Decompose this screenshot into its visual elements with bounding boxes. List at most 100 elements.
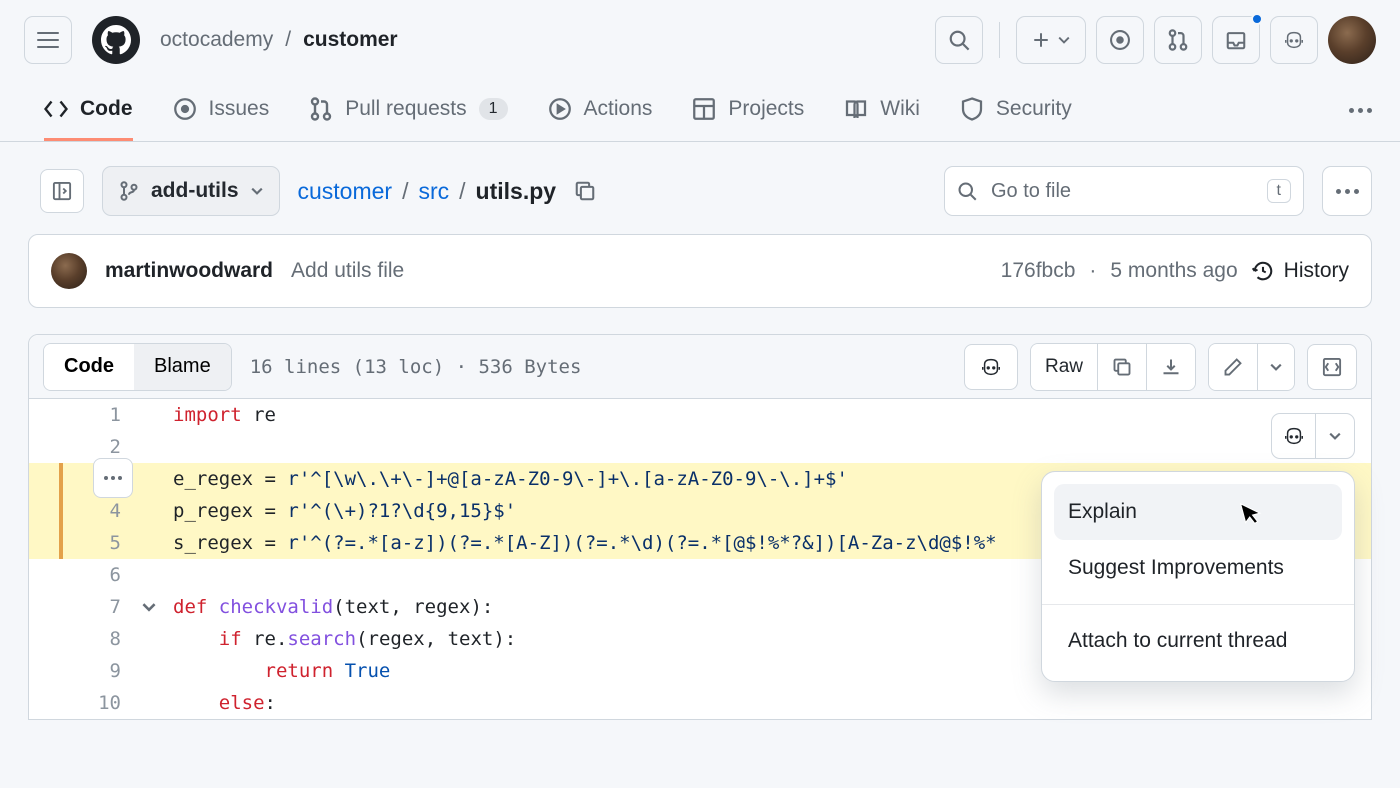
commit-message[interactable]: Add utils file [291,259,404,283]
repo-nav: Code Issues Pull requests 1 Actions Proj… [0,80,1400,142]
edit-dropdown-button[interactable] [1258,344,1294,390]
search-button[interactable] [935,16,983,64]
code-content: if re.search(regex, text): [159,623,516,655]
copy-icon [574,180,596,202]
branch-name: add-utils [151,179,239,203]
menu-item-explain[interactable]: Explain [1054,484,1342,540]
inline-copilot-caret[interactable] [1316,414,1354,458]
fold-chevron-icon [139,600,159,614]
repo-link[interactable]: customer [303,28,398,52]
branch-icon [119,181,139,201]
copy-path-button[interactable] [574,180,596,202]
tab-actions[interactable]: Actions [548,80,653,141]
caret-down-icon [1058,34,1070,46]
line-number[interactable]: 6 [29,559,139,591]
line-number[interactable]: 3 [29,463,139,495]
menu-item-attach[interactable]: Attach to current thread [1054,613,1342,669]
tab-code[interactable]: Code [44,80,133,141]
copilot-toolbar-button[interactable] [964,344,1018,390]
code-panel: Code Blame 16 lines (13 loc) · 536 Bytes… [28,334,1372,720]
code-icon [44,97,68,121]
issue-icon [173,97,197,121]
history-button[interactable]: History [1252,259,1349,283]
tab-pr-label: Pull requests [345,97,466,121]
tab-security[interactable]: Security [960,80,1072,141]
copilot-button[interactable] [1270,16,1318,64]
commit-sha[interactable]: 176fbcb [1001,259,1076,283]
play-icon [548,97,572,121]
line-number[interactable]: 8 [29,623,139,655]
pull-request-icon [1167,29,1189,51]
caret-down-icon [1270,361,1282,373]
line-number[interactable]: 10 [29,687,139,719]
line-number[interactable]: 7 [29,591,139,623]
caret-down-icon [1329,430,1341,442]
edit-group [1208,343,1295,391]
crumb-file: utils.py [476,178,557,205]
line-actions-button[interactable] [93,458,133,498]
pencil-icon [1223,357,1243,377]
commit-age: 5 months ago [1110,259,1237,283]
user-avatar[interactable] [1328,16,1376,64]
crumb-repo[interactable]: customer [298,178,393,205]
shield-icon [960,97,984,121]
go-to-file-input[interactable]: Go to file t [944,166,1304,216]
inline-copilot-main[interactable] [1272,414,1316,458]
book-icon [844,97,868,121]
symbols-button[interactable] [1307,344,1357,390]
code-line[interactable]: 10 else: [29,687,1371,719]
repo-nav-overflow[interactable] [1349,108,1372,113]
tab-wiki[interactable]: Wiki [844,80,920,141]
copilot-icon [1282,29,1306,51]
download-raw-button[interactable] [1147,344,1195,390]
plus-icon [1032,31,1050,49]
line-number[interactable]: 4 [29,495,139,527]
notification-dot [1251,13,1263,25]
search-icon [948,29,970,51]
sidebar-expand-icon [52,181,72,201]
commit-author[interactable]: martinwoodward [105,259,273,283]
code-line[interactable]: 1import re [29,399,1371,431]
github-mark-icon [101,25,131,55]
tab-pull-requests[interactable]: Pull requests 1 [309,80,507,141]
crumb-dir[interactable]: src [418,178,449,205]
notifications-button[interactable] [1212,16,1260,64]
owner-link[interactable]: octocademy [160,28,273,52]
line-number[interactable]: 5 [29,527,139,559]
copilot-icon [979,356,1003,378]
search-icon [957,181,977,201]
copy-raw-button[interactable] [1098,344,1147,390]
tab-issues[interactable]: Issues [173,80,270,141]
tab-view-code[interactable]: Code [44,344,134,390]
copilot-icon [1282,425,1306,447]
github-logo[interactable] [92,16,140,64]
create-new-button[interactable] [1016,16,1086,64]
tab-projects[interactable]: Projects [692,80,804,141]
view-mode-segment: Code Blame [43,343,232,391]
branch-select-button[interactable]: add-utils [102,166,280,216]
code-content: s_regex = r'^(?=.*[a-z])(?=.*[A-Z])(?=.*… [159,527,997,559]
menu-item-suggest[interactable]: Suggest Improvements [1054,540,1342,596]
history-icon [1252,260,1274,282]
tab-code-label: Code [80,97,133,121]
inline-copilot-button[interactable] [1271,413,1355,459]
menu-button[interactable] [24,16,72,64]
line-number[interactable]: 9 [29,655,139,687]
pull-requests-button[interactable] [1154,16,1202,64]
file-meta: 16 lines (13 loc) · 536 Bytes [250,356,582,378]
commit-author-avatar[interactable] [51,253,87,289]
tab-wiki-label: Wiki [880,97,920,121]
file-more-button[interactable] [1322,166,1372,216]
line-number[interactable]: 1 [29,399,139,431]
issues-button[interactable] [1096,16,1144,64]
project-icon [692,97,716,121]
raw-button[interactable]: Raw [1031,344,1098,390]
issue-icon [1109,29,1131,51]
tab-issues-label: Issues [209,97,270,121]
code-line[interactable]: 2 [29,431,1371,463]
copy-icon [1112,357,1132,377]
edit-button[interactable] [1209,344,1258,390]
repo-breadcrumb: octocademy / customer [160,28,398,52]
toggle-file-tree-button[interactable] [40,169,84,213]
tab-view-blame[interactable]: Blame [134,344,231,390]
